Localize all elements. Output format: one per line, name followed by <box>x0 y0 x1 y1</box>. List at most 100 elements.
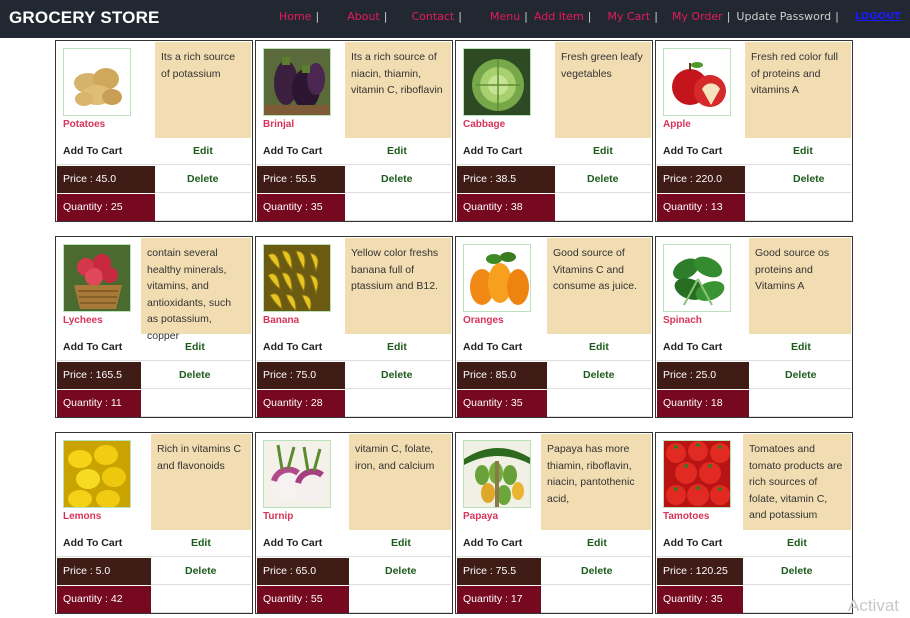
add-to-cart-button[interactable]: Add To Cart <box>263 341 322 353</box>
price-label: Price : 120.25 <box>657 558 743 585</box>
add-to-cart-button[interactable]: Add To Cart <box>663 341 722 353</box>
edit-button[interactable]: Edit <box>793 145 813 157</box>
quantity-label: Quantity : 35 <box>457 390 547 417</box>
delete-button[interactable]: Delete <box>581 565 613 577</box>
product-description: Papaya has more thiamin, riboflavin, nia… <box>541 434 651 530</box>
cart-edit-row: Add To Cart Edit <box>657 530 851 557</box>
nav-separator: | <box>587 9 592 23</box>
add-to-cart-button[interactable]: Add To Cart <box>263 537 322 549</box>
add-to-cart-button[interactable]: Add To Cart <box>63 537 122 549</box>
quantity-row: Quantity : 35 <box>457 390 651 417</box>
cart-edit-row: Add To Cart Edit <box>657 138 851 165</box>
add-to-cart-button[interactable]: Add To Cart <box>463 145 522 157</box>
delete-button[interactable]: Delete <box>187 173 219 185</box>
product-grid: Potatoes Its a rich source of potassium … <box>55 40 853 614</box>
nav-menu-link[interactable]: Menu <box>490 10 520 23</box>
price-label: Price : 38.5 <box>457 166 555 193</box>
card-top: Papaya Papaya has more thiamin, riboflav… <box>457 434 651 530</box>
edit-button[interactable]: Edit <box>193 145 213 157</box>
quantity-label: Quantity : 38 <box>457 194 555 221</box>
price-delete-row: Price : 25.0 Delete <box>657 362 851 389</box>
delete-button[interactable]: Delete <box>793 173 825 185</box>
price-label: Price : 75.0 <box>257 362 345 389</box>
delete-button[interactable]: Delete <box>785 369 817 381</box>
nav-my-order[interactable]: My Order <box>672 10 723 23</box>
quantity-row: Quantity : 55 <box>257 586 451 613</box>
product-description: vitamin C, folate, iron, and calcium <box>349 434 451 530</box>
edit-button[interactable]: Edit <box>589 341 609 353</box>
product-name: Banana <box>263 315 300 326</box>
nav-about[interactable]: About <box>347 10 380 23</box>
price-delete-row: Price : 120.25 Delete <box>657 558 851 585</box>
nav-my-cart[interactable]: My Cart <box>607 10 650 23</box>
delete-button[interactable]: Delete <box>185 565 217 577</box>
product-description: Fresh red color full of proteins and vit… <box>745 42 851 138</box>
price-delete-row: Price : 220.0 Delete <box>657 166 851 193</box>
cart-edit-row: Add To Cart Edit <box>257 138 451 165</box>
price-delete-row: Price : 5.0 Delete <box>57 558 251 585</box>
edit-button[interactable]: Edit <box>387 341 407 353</box>
edit-button[interactable]: Edit <box>787 537 807 549</box>
add-to-cart-button[interactable]: Add To Cart <box>63 341 122 353</box>
add-to-cart-button[interactable]: Add To Cart <box>263 145 322 157</box>
cabbage-icon <box>463 48 531 116</box>
nav-separator: | <box>315 9 320 23</box>
nav-contact[interactable]: Contact <box>411 10 454 23</box>
product-description: Its a rich source of niacin, thiamin, vi… <box>345 42 451 138</box>
delete-button[interactable]: Delete <box>385 565 417 577</box>
delete-button[interactable]: Delete <box>583 369 615 381</box>
edit-button[interactable]: Edit <box>185 341 205 353</box>
price-label: Price : 65.0 <box>257 558 349 585</box>
quantity-row: Quantity : 25 <box>57 194 251 221</box>
product-name: Spinach <box>663 315 702 326</box>
cart-edit-row: Add To Cart Edit <box>657 334 851 361</box>
logout-link[interactable]: LOGOUT <box>855 11 901 22</box>
price-delete-row: Price : 85.0 Delete <box>457 362 651 389</box>
add-to-cart-button[interactable]: Add To Cart <box>463 341 522 353</box>
cart-edit-row: Add To Cart Edit <box>257 530 451 557</box>
product-description: Tomatoes and tomato products are rich so… <box>743 434 851 530</box>
product-name: Papaya <box>463 511 499 522</box>
potato-icon <box>63 48 131 116</box>
add-to-cart-button[interactable]: Add To Cart <box>463 537 522 549</box>
cart-edit-row: Add To Cart Edit <box>457 530 651 557</box>
delete-button[interactable]: Delete <box>179 369 211 381</box>
quantity-row: Quantity : 35 <box>657 586 851 613</box>
nav-update-password[interactable]: Update Password <box>736 10 831 23</box>
add-to-cart-button[interactable]: Add To Cart <box>63 145 122 157</box>
quantity-label: Quantity : 42 <box>57 586 151 613</box>
nav-add-item[interactable]: Add Item <box>534 10 584 23</box>
edit-button[interactable]: Edit <box>587 537 607 549</box>
price-delete-row: Price : 75.0 Delete <box>257 362 451 389</box>
card-top: Apple Fresh red color full of proteins a… <box>657 42 851 138</box>
quantity-label: Quantity : 13 <box>657 194 745 221</box>
delete-button[interactable]: Delete <box>587 173 619 185</box>
price-delete-row: Price : 75.5 Delete <box>457 558 651 585</box>
cart-edit-row: Add To Cart Edit <box>257 334 451 361</box>
product-description: contain several healthy minerals, vitami… <box>141 238 251 342</box>
edit-button[interactable]: Edit <box>391 537 411 549</box>
activation-watermark: Activat <box>848 596 900 615</box>
quantity-label: Quantity : 18 <box>657 390 749 417</box>
product-card: Papaya Papaya has more thiamin, riboflav… <box>455 432 653 614</box>
price-delete-row: Price : 55.5 Delete <box>257 166 451 193</box>
edit-button[interactable]: Edit <box>191 537 211 549</box>
delete-button[interactable]: Delete <box>381 369 413 381</box>
card-top: Banana Yellow color freshs banana full o… <box>257 238 451 334</box>
card-top: Lychees contain several healthy minerals… <box>57 238 251 342</box>
product-card: Apple Fresh red color full of proteins a… <box>655 40 853 222</box>
edit-button[interactable]: Edit <box>593 145 613 157</box>
product-description: Good source os proteins and Vitamins A <box>749 238 851 334</box>
nav-separator: | <box>835 9 839 23</box>
nav-home[interactable]: Home <box>279 10 311 23</box>
add-to-cart-button[interactable]: Add To Cart <box>663 537 722 549</box>
edit-button[interactable]: Edit <box>791 341 811 353</box>
edit-button[interactable]: Edit <box>387 145 407 157</box>
delete-button[interactable]: Delete <box>781 565 813 577</box>
product-card: Turnip vitamin C, folate, iron, and calc… <box>255 432 453 614</box>
price-delete-row: Price : 38.5 Delete <box>457 166 651 193</box>
delete-button[interactable]: Delete <box>381 173 413 185</box>
nav-menu: Home | About | Contact | Menu | Add Item | My… <box>270 7 901 25</box>
price-delete-row: Price : 65.0 Delete <box>257 558 451 585</box>
add-to-cart-button[interactable]: Add To Cart <box>663 145 722 157</box>
